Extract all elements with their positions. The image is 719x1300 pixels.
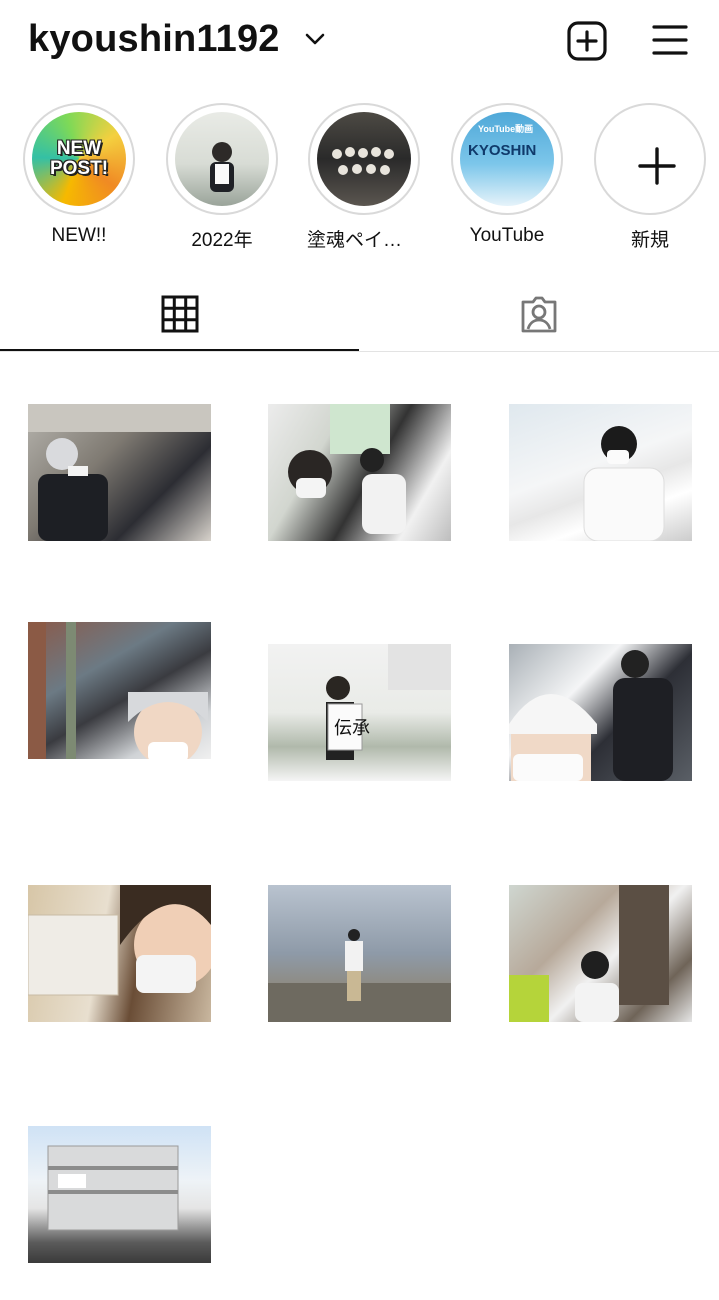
cover-text: NEW bbox=[56, 138, 102, 159]
highlight-ring bbox=[308, 103, 420, 215]
group-photo-icon bbox=[332, 147, 394, 175]
highlight-ring: NEW POST! bbox=[23, 103, 135, 215]
worker-photo-icon bbox=[28, 404, 211, 541]
post-thumbnail[interactable] bbox=[28, 885, 211, 1022]
highlight-cover: YouTube動画 KYOSHIN bbox=[460, 112, 554, 206]
divider bbox=[0, 351, 719, 352]
office-photo-icon bbox=[509, 885, 669, 1022]
highlight-label: YouTube bbox=[469, 225, 545, 246]
highlight-youtube[interactable]: YouTube動画 KYOSHIN YouTube bbox=[450, 103, 564, 247]
post-thumbnail[interactable] bbox=[28, 1126, 211, 1263]
interview-photo-icon bbox=[583, 426, 665, 541]
highlight-cover bbox=[603, 112, 697, 206]
highlight-ring: YouTube動画 KYOSHIN bbox=[451, 103, 563, 215]
post-thumbnail[interactable] bbox=[509, 404, 692, 541]
highlight-new-button[interactable]: 新規 bbox=[593, 103, 707, 252]
helmet-selfie-icon bbox=[509, 650, 673, 781]
tagged-person-icon bbox=[521, 296, 557, 333]
post-thumbnail[interactable] bbox=[28, 404, 211, 541]
highlight-label: 塗魂ペインタ… bbox=[307, 230, 421, 251]
highlight-cover bbox=[317, 112, 411, 206]
post-thumbnail[interactable] bbox=[509, 885, 692, 1022]
cover-text: KYOSHIN bbox=[468, 142, 537, 159]
profile-header: kyoushin1192 bbox=[0, 0, 719, 82]
highlight-label: 新規 bbox=[630, 230, 669, 251]
grid-icon bbox=[161, 295, 199, 333]
plus-square-icon[interactable] bbox=[566, 21, 608, 61]
field-photo-icon bbox=[268, 929, 451, 1022]
chevron-down-icon[interactable] bbox=[304, 30, 326, 48]
cover-text: POST! bbox=[49, 158, 109, 179]
highlight-cover: NEW POST! bbox=[32, 112, 126, 206]
hamburger-menu-icon[interactable] bbox=[651, 23, 689, 57]
person-photo-icon bbox=[210, 142, 234, 192]
username[interactable]: kyoushin1192 bbox=[28, 18, 280, 61]
post-thumbnail[interactable] bbox=[28, 622, 211, 759]
post-thumbnail[interactable] bbox=[509, 644, 692, 781]
plus-icon bbox=[638, 147, 676, 185]
building-photo-icon bbox=[47, 1145, 179, 1231]
calligraphy-photo-icon: 伝承 bbox=[326, 644, 451, 760]
tab-tagged[interactable] bbox=[359, 282, 719, 352]
highlight-2022[interactable]: 2022年 bbox=[165, 103, 279, 252]
post-thumbnail[interactable]: 伝承 bbox=[268, 644, 451, 781]
highlight-cover bbox=[175, 112, 269, 206]
selfie-photo-icon bbox=[288, 404, 406, 534]
tab-posts[interactable] bbox=[0, 282, 359, 352]
team-selfie-icon bbox=[28, 622, 208, 759]
post-thumbnail[interactable] bbox=[268, 404, 451, 541]
cover-text: YouTube動画 bbox=[478, 124, 534, 134]
highlight-tokon[interactable]: 塗魂ペインタ… bbox=[307, 103, 421, 252]
highlight-new[interactable]: NEW POST! NEW!! bbox=[22, 103, 136, 247]
post-thumbnail[interactable] bbox=[268, 885, 451, 1022]
svg-text:伝承: 伝承 bbox=[334, 718, 370, 739]
highlight-ring bbox=[166, 103, 278, 215]
highlight-label: NEW!! bbox=[51, 225, 107, 246]
highlight-ring bbox=[594, 103, 706, 215]
portrait-photo-icon bbox=[28, 885, 211, 996]
highlight-label: 2022年 bbox=[191, 230, 253, 251]
